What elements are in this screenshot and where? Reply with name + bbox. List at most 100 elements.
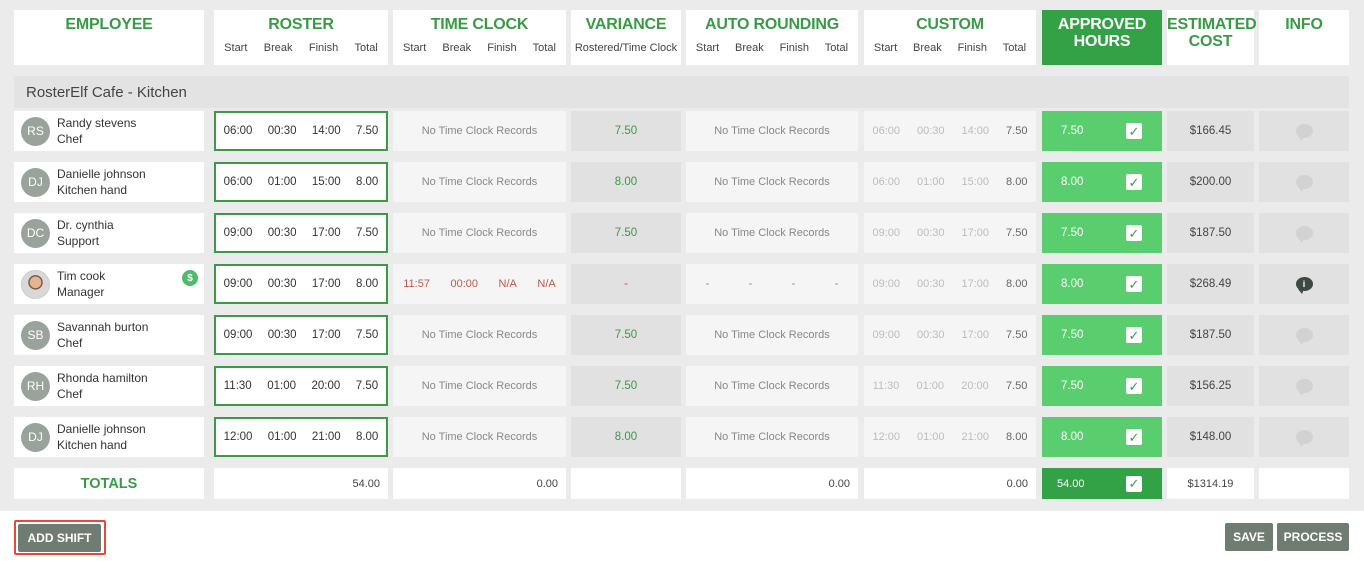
employee-info: Tim cook Manager [57,268,105,300]
custom-cell[interactable]: 11:30 01:00 20:00 7.50 [864,366,1036,406]
header-roster: ROSTER Start Break Finish Total [214,10,388,65]
sub-break: Break [442,42,472,54]
approve-all-checkbox[interactable]: ✓ [1126,475,1142,492]
custom-start: 11:30 [872,380,900,392]
sub-total: Total [1002,42,1027,54]
custom-start: 09:00 [872,227,901,239]
pay-rate-icon[interactable]: $ [182,270,198,286]
employee-cell[interactable]: SB Savannah burton Chef [14,315,204,355]
custom-cell[interactable]: 06:00 01:00 15:00 8.00 [864,162,1036,202]
approve-checkbox[interactable]: ✓ [1126,174,1142,190]
approve-checkbox[interactable]: ✓ [1126,123,1142,139]
time-clock-break: 00:00 [450,278,479,290]
time-clock-cell[interactable]: No Time Clock Records [393,162,566,202]
approve-checkbox[interactable]: ✓ [1126,276,1142,292]
approved-hours-value: 7.50 [1061,380,1084,392]
custom-finish: 20:00 [961,380,989,392]
roster-start: 12:00 [223,431,253,443]
save-button[interactable]: SAVE [1225,523,1273,551]
custom-total: 8.00 [1006,431,1028,443]
employee-role: Kitchen hand [57,183,128,197]
roster-cell[interactable]: 06:00 01:00 15:00 8.00 [214,162,388,202]
info-cell [1259,213,1349,253]
roster-brk: 01:00 [267,380,296,392]
time-clock-cell[interactable]: No Time Clock Records [393,111,566,151]
comment-icon[interactable] [1295,430,1313,447]
employee-name: Danielle johnson [57,167,146,181]
roster-cell[interactable]: 06:00 00:30 14:00 7.50 [214,111,388,151]
custom-finish: 17:00 [961,278,990,290]
approved-hours-value: 7.50 [1061,227,1084,239]
comment-icon[interactable]: i [1295,277,1313,294]
header-employee-title: EMPLOYEE [65,16,153,33]
approve-checkbox[interactable]: ✓ [1126,327,1142,343]
time-clock-cell[interactable]: 11:57 00:00 N/A N/A [393,264,566,304]
approved-hours-value: 8.00 [1061,431,1084,443]
auto-rounding-dash: - [748,278,753,290]
roster-finish: 14:00 [311,125,341,137]
custom-cell[interactable]: 12:00 01:00 21:00 8.00 [864,417,1036,457]
sub-start: Start [873,42,898,54]
roster-finish: 17:00 [311,329,341,341]
comment-icon[interactable] [1295,226,1313,243]
roster-cell[interactable]: 09:00 00:30 17:00 7.50 [214,315,388,355]
approved-hours-cell: 8.00 ✓ [1042,264,1162,304]
approve-checkbox[interactable]: ✓ [1126,378,1142,394]
time-clock-cell[interactable]: No Time Clock Records [393,315,566,355]
comment-icon[interactable] [1295,175,1313,192]
approve-checkbox[interactable]: ✓ [1126,429,1142,445]
sub-finish: Finish [487,42,517,54]
employee-name: Dr. cynthia [57,218,114,232]
employee-cell[interactable]: RH Rhonda hamilton Chef [14,366,204,406]
roster-cell[interactable]: 12:00 01:00 21:00 8.00 [214,417,388,457]
custom-cell[interactable]: 09:00 00:30 17:00 7.50 [864,315,1036,355]
approve-checkbox[interactable]: ✓ [1126,225,1142,241]
header-auto-rounding: AUTO ROUNDING Start Break Finish Total [686,10,858,65]
comment-icon[interactable] [1295,379,1313,396]
employee-cell[interactable]: RS Randy stevens Chef [14,111,204,151]
process-button[interactable]: PROCESS [1277,523,1349,551]
totals-time-clock: 0.00 [393,468,566,499]
employee-cell[interactable]: DJ Danielle johnson Kitchen hand [14,162,204,202]
comment-icon[interactable] [1295,328,1313,345]
header-estimated-line2: COST [1188,33,1233,50]
approved-hours-cell: 7.50 ✓ [1042,366,1162,406]
employee-cell[interactable]: DJ Danielle johnson Kitchen hand [14,417,204,457]
roster-start: 06:00 [223,176,253,188]
time-clock-cell[interactable]: No Time Clock Records [393,366,566,406]
time-clock-cell[interactable]: No Time Clock Records [393,417,566,457]
custom-start: 09:00 [872,278,901,290]
custom-cell[interactable]: 09:00 00:30 17:00 8.00 [864,264,1036,304]
custom-break: 00:30 [917,278,945,290]
sub-finish: Finish [308,42,339,54]
approved-hours-cell: 7.50 ✓ [1042,315,1162,355]
employee-cell[interactable]: DC Dr. cynthia Support [14,213,204,253]
custom-break: 01:00 [917,176,945,188]
header-info-title: INFO [1285,16,1323,33]
custom-break: 00:30 [917,125,945,137]
comment-icon[interactable] [1295,124,1313,141]
avatar: DJ [21,422,50,452]
custom-total: 7.50 [1005,380,1028,392]
roster-brk: 00:30 [267,125,297,137]
add-shift-button[interactable]: ADD SHIFT [18,524,101,552]
custom-cell[interactable]: 06:00 00:30 14:00 7.50 [864,111,1036,151]
auto-rounding-cell: ---- [686,264,858,304]
sub-start: Start [224,42,248,54]
info-cell: i [1259,264,1349,304]
employee-cell[interactable]: Tim cook Manager $ [14,264,204,304]
time-clock-finish: N/A [498,278,517,290]
time-clock-cell[interactable]: No Time Clock Records [393,213,566,253]
roster-finish: 15:00 [311,176,341,188]
roster-cell[interactable]: 09:00 00:30 17:00 8.00 [214,264,388,304]
time-clock-total: N/A [537,278,556,290]
roster-cell[interactable]: 09:00 00:30 17:00 7.50 [214,213,388,253]
roster-cell[interactable]: 11:30 01:00 20:00 7.50 [214,366,388,406]
custom-cell[interactable]: 09:00 00:30 17:00 7.50 [864,213,1036,253]
header-estimated-line1: ESTIMATED [1167,16,1257,33]
avatar [21,269,50,299]
header-time-clock: TIME CLOCK Start Break Finish Total [393,10,566,65]
employee-info: Randy stevens Chef [57,115,136,147]
custom-total: 7.50 [1006,125,1028,137]
totals-label: TOTALS [14,468,204,499]
